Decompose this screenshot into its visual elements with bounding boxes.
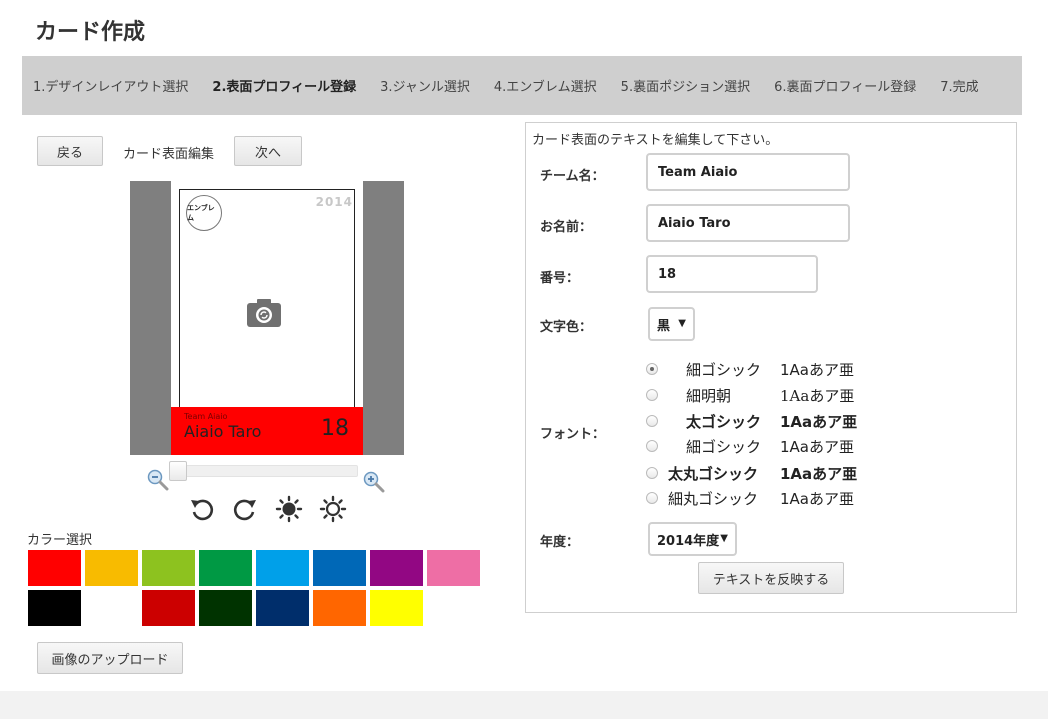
step-genre[interactable]: 3.ジャンル選択: [380, 76, 470, 95]
emblem-badge[interactable]: エンブレム: [186, 195, 222, 231]
zoom-in-icon[interactable]: [363, 471, 385, 497]
card-name-band: Team Aiaio Aiaio Taro 18: [171, 407, 363, 455]
brightness-up-icon[interactable]: [319, 495, 347, 523]
color-swatch[interactable]: [256, 550, 309, 586]
font-radio-5[interactable]: [646, 467, 658, 479]
panel-instructions: カード表面のテキストを編集して下さい。: [532, 133, 779, 148]
back-button[interactable]: 戻る: [37, 136, 103, 166]
card-player-name: Aiaio Taro: [184, 422, 262, 441]
font-sample-4: 1Aaあア亜: [780, 437, 854, 456]
card-year: 2014: [315, 195, 353, 209]
font-name-6: 細丸ゴシック: [668, 489, 759, 508]
player-name-label: お名前：: [540, 220, 593, 235]
step-navigation: 1.デザインレイアウト選択 2.表面プロフィール登録 3.ジャンル選択 4.エン…: [22, 56, 1022, 115]
number-input[interactable]: [646, 255, 818, 293]
edit-mode-label: カード表面編集: [123, 147, 215, 162]
text-color-value: 黒: [657, 318, 671, 334]
font-name-5: 太丸ゴシック: [668, 464, 759, 483]
font-sample-5: 1Aaあア亜: [780, 464, 858, 483]
year-select[interactable]: 2014年度 ▼: [648, 522, 737, 556]
font-radio-1[interactable]: [646, 363, 658, 375]
color-select-label: カラー選択: [27, 533, 93, 548]
step-front-profile[interactable]: 2.表面プロフィール登録: [212, 76, 356, 95]
step-design-layout[interactable]: 1.デザインレイアウト選択: [33, 76, 188, 95]
card-team-name: Team Aiaio: [184, 412, 228, 421]
card-preview[interactable]: エンブレム 2014 Team Aiaio Aiaio Taro 18: [171, 181, 363, 455]
color-swatch[interactable]: [28, 590, 81, 626]
chevron-down-icon: ▼: [720, 533, 728, 544]
player-name-input[interactable]: [646, 204, 850, 242]
font-name-1: 細ゴシック: [686, 360, 762, 379]
font-option-6[interactable]: 細丸ゴシック 1Aaあア亜: [646, 487, 854, 509]
font-sample-6: 1Aaあア亜: [780, 489, 854, 508]
font-name-3: 太ゴシック: [686, 412, 762, 431]
text-color-label: 文字色：: [540, 320, 593, 335]
font-sample-2: 1Aaあア亜: [780, 386, 855, 405]
font-option-1[interactable]: 細ゴシック 1Aaあア亜: [646, 358, 854, 380]
team-name-input[interactable]: [646, 153, 850, 191]
card-player-number: 18: [321, 416, 349, 441]
font-sample-1: 1Aaあア亜: [780, 360, 854, 379]
card-canvas[interactable]: エンブレム 2014 Team Aiaio Aiaio Taro 18: [130, 181, 404, 455]
text-color-select[interactable]: 黒 ▼: [648, 307, 695, 341]
apply-text-button[interactable]: テキストを反映する: [698, 562, 844, 594]
font-radio-2[interactable]: [646, 389, 658, 401]
step-back-position[interactable]: 5.裏面ポジション選択: [621, 76, 750, 95]
color-swatch[interactable]: [370, 590, 423, 626]
brightness-down-icon[interactable]: [275, 495, 303, 523]
emblem-label: エンブレム: [187, 204, 215, 222]
year-label: 年度：: [540, 535, 580, 550]
step-complete[interactable]: 7.完成: [940, 76, 978, 95]
footer-band: [0, 691, 1048, 719]
color-swatch[interactable]: [427, 550, 480, 586]
upload-image-button[interactable]: 画像のアップロード: [37, 642, 183, 674]
font-radio-6[interactable]: [646, 492, 658, 504]
color-swatch[interactable]: [199, 590, 252, 626]
text-edit-panel: カード表面のテキストを編集して下さい。 チーム名： お名前： 番号： 文字色： …: [525, 122, 1017, 613]
color-swatch[interactable]: [199, 550, 252, 586]
chevron-down-icon: ▼: [678, 318, 686, 329]
color-swatch[interactable]: [370, 550, 423, 586]
color-swatch[interactable]: [85, 550, 138, 586]
color-swatch[interactable]: [142, 590, 195, 626]
color-swatch[interactable]: [85, 590, 138, 626]
color-swatch[interactable]: [256, 590, 309, 626]
zoom-out-icon[interactable]: [147, 469, 169, 495]
font-radio-4[interactable]: [646, 440, 658, 452]
font-radio-3[interactable]: [646, 415, 658, 427]
font-option-4[interactable]: 細ゴシック 1Aaあア亜: [646, 435, 854, 457]
font-sample-3: 1Aaあア亜: [780, 412, 858, 431]
color-swatch[interactable]: [28, 550, 81, 586]
font-option-3[interactable]: 太ゴシック 1Aaあア亜: [646, 410, 857, 432]
color-swatch[interactable]: [142, 550, 195, 586]
font-label: フォント：: [540, 427, 606, 442]
team-name-label: チーム名：: [540, 169, 605, 184]
color-swatch[interactable]: [313, 550, 366, 586]
page-title: カード作成: [35, 20, 146, 45]
next-button[interactable]: 次へ: [234, 136, 302, 166]
rotate-right-icon[interactable]: [231, 495, 259, 523]
font-name-4: 細ゴシック: [686, 437, 762, 456]
rotate-left-icon[interactable]: [188, 495, 216, 523]
font-option-5[interactable]: 太丸ゴシック 1Aaあア亜: [646, 462, 857, 484]
color-swatch[interactable]: [313, 590, 366, 626]
year-value: 2014年度: [657, 533, 720, 549]
zoom-slider-track[interactable]: [170, 465, 358, 477]
font-option-2[interactable]: 細明朝 1Aaあア亜: [646, 384, 854, 406]
camera-icon[interactable]: [247, 299, 281, 331]
step-emblem[interactable]: 4.エンブレム選択: [494, 76, 597, 95]
step-back-profile[interactable]: 6.裏面プロフィール登録: [774, 76, 916, 95]
font-name-2: 細明朝: [686, 386, 732, 405]
zoom-slider-handle[interactable]: [169, 461, 187, 481]
number-label: 番号：: [540, 271, 580, 286]
